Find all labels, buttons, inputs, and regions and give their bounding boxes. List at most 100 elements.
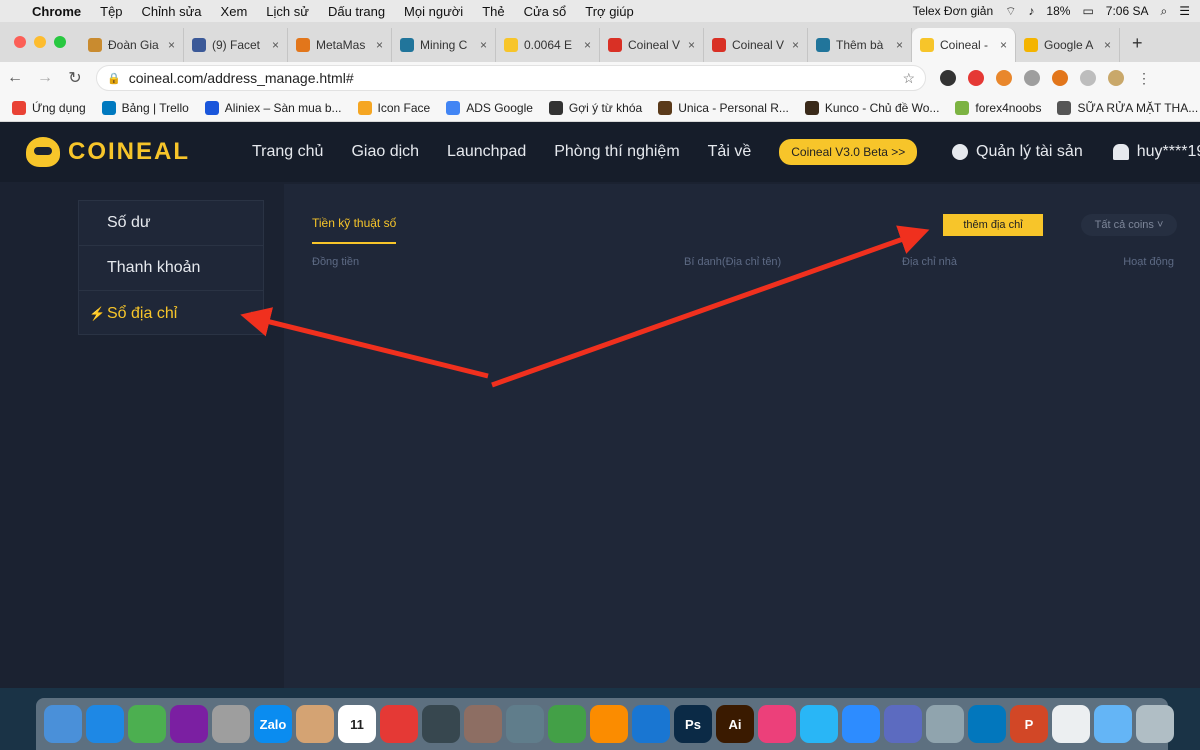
browser-tab[interactable]: (9) Facet × — [184, 28, 288, 62]
nav-download[interactable]: Tải về — [708, 143, 752, 161]
coin-filter-select[interactable]: Tất cả coins ˅ — [1081, 214, 1177, 236]
nav-trade[interactable]: Giao dịch — [351, 143, 419, 161]
dock-app-icon[interactable] — [212, 705, 250, 743]
spotlight-icon[interactable]: ⌕ — [1161, 4, 1168, 19]
bookmark-item[interactable]: ADS Google — [446, 100, 533, 115]
bookmark-star-icon[interactable]: ☆ — [902, 70, 915, 87]
metamask-icon[interactable] — [1052, 70, 1068, 86]
tab-close-icon[interactable]: × — [1104, 38, 1111, 52]
extension-icon[interactable] — [996, 70, 1012, 86]
volume-icon[interactable]: ♪ — [1028, 4, 1034, 18]
battery-icon[interactable]: ▭ — [1082, 4, 1093, 18]
new-tab-button[interactable]: + — [1120, 33, 1155, 62]
menu-item[interactable]: Dấu trang — [328, 4, 385, 19]
back-button[interactable]: ← — [0, 69, 30, 87]
bookmark-item[interactable]: Gợi ý từ khóa — [548, 100, 642, 115]
bookmark-item[interactable]: Icon Face — [357, 100, 430, 115]
input-method-label[interactable]: Telex Đơn giản — [913, 4, 994, 18]
tab-digital-currency[interactable]: Tiền kỹ thuật số — [312, 216, 397, 244]
bookmark-item[interactable]: SỮA RỬA MẶT THA... — [1057, 100, 1198, 115]
battery-percent[interactable]: 18% — [1046, 4, 1070, 18]
dock-app-icon[interactable] — [758, 705, 796, 743]
coineal-logo[interactable]: COINEAL — [26, 137, 226, 167]
dock-app-icon[interactable] — [800, 705, 838, 743]
dock-app-icon[interactable] — [1136, 705, 1174, 743]
notification-center-icon[interactable]: ☰ — [1179, 4, 1190, 18]
bookmark-item[interactable]: Ứng dụng — [12, 100, 86, 115]
dock-app-icon[interactable] — [170, 705, 208, 743]
tab-close-icon[interactable]: × — [168, 38, 175, 52]
menu-item[interactable]: Chỉnh sửa — [142, 4, 202, 19]
dock-app-icon[interactable]: P — [1010, 705, 1048, 743]
dock-app-icon[interactable] — [296, 705, 334, 743]
dock-app-icon[interactable] — [506, 705, 544, 743]
dock-app-icon[interactable] — [422, 705, 460, 743]
menu-app-name[interactable]: Chrome — [32, 4, 81, 19]
tab-close-icon[interactable]: × — [1000, 38, 1007, 52]
menu-item[interactable]: Thẻ — [482, 4, 504, 19]
profile-avatar[interactable] — [1108, 70, 1124, 86]
browser-tab[interactable]: Thêm bà × — [808, 28, 912, 62]
menu-item[interactable]: Cửa sổ — [524, 4, 567, 19]
dock-app-icon[interactable] — [548, 705, 586, 743]
dock-app-icon[interactable] — [632, 705, 670, 743]
browser-tab[interactable]: Đoàn Gia × — [80, 28, 184, 62]
sidebar-item-address-book[interactable]: ⚡ Sổ địa chỉ › — [79, 291, 263, 336]
url-text[interactable]: coineal.com/address_manage.html# — [129, 70, 354, 86]
chrome-menu-icon[interactable]: ⋮ — [1136, 70, 1152, 86]
browser-tab[interactable]: Coineal V × — [600, 28, 704, 62]
dock-app-icon[interactable] — [590, 705, 628, 743]
browser-tab[interactable]: Coineal - × — [912, 28, 1016, 62]
nav-home[interactable]: Trang chủ — [252, 143, 323, 161]
tab-close-icon[interactable]: × — [376, 38, 383, 52]
dock-app-icon[interactable]: Ai — [716, 705, 754, 743]
address-bar[interactable]: 🔒 coineal.com/address_manage.html# ☆ — [96, 65, 926, 91]
sidebar-item-balance[interactable]: Số dư — [79, 201, 263, 246]
sidebar-item-liquidity[interactable]: Thanh khoản — [79, 246, 263, 291]
beta-button[interactable]: Coineal V3.0 Beta >> — [779, 139, 918, 165]
globe-icon[interactable] — [1024, 70, 1040, 86]
add-address-button[interactable]: thêm địa chỉ — [943, 214, 1043, 236]
bookmark-item[interactable]: Kunco - Chủ đề Wo... — [804, 100, 939, 115]
nav-lab[interactable]: Phòng thí nghiệm — [554, 143, 679, 161]
bookmark-item[interactable]: Unica - Personal R... — [658, 100, 789, 115]
dock-app-icon[interactable] — [842, 705, 880, 743]
menu-item[interactable]: Xem — [221, 4, 248, 19]
menu-item[interactable]: Trợ giúp — [585, 4, 634, 19]
tab-close-icon[interactable]: × — [480, 38, 487, 52]
dock-app-icon[interactable] — [380, 705, 418, 743]
opera-icon[interactable] — [968, 70, 984, 86]
menu-item[interactable]: Lịch sử — [266, 4, 309, 19]
tab-close-icon[interactable]: × — [584, 38, 591, 52]
close-window-button[interactable] — [14, 36, 26, 48]
dock-app-icon[interactable] — [464, 705, 502, 743]
dock-app-icon[interactable] — [128, 705, 166, 743]
browser-tab[interactable]: 0.0064 E × — [496, 28, 600, 62]
dock-app-icon[interactable] — [884, 705, 922, 743]
reload-button[interactable]: ↻ — [60, 68, 90, 88]
bookmark-item[interactable]: Bảng | Trello — [101, 100, 189, 115]
forward-button[interactable]: → — [30, 69, 60, 87]
browser-tab[interactable]: MetaMas × — [288, 28, 392, 62]
nav-launchpad[interactable]: Launchpad — [447, 143, 526, 161]
tab-close-icon[interactable]: × — [896, 38, 903, 52]
bookmark-item[interactable]: forex4noobs — [955, 100, 1041, 115]
lock-icon[interactable]: 🔒 — [107, 72, 121, 85]
dock-app-icon[interactable] — [968, 705, 1006, 743]
dock-app-icon[interactable]: Zalo — [254, 705, 292, 743]
dock-app-icon[interactable] — [44, 705, 82, 743]
menu-item[interactable]: Mọi người — [404, 4, 463, 19]
extension-icon[interactable] — [1080, 70, 1096, 86]
tab-close-icon[interactable]: × — [688, 38, 695, 52]
wifi-icon[interactable]: ⌔ — [1005, 4, 1016, 19]
dock-app-icon[interactable] — [86, 705, 124, 743]
browser-tab[interactable]: Mining C × — [392, 28, 496, 62]
dock-app-icon[interactable] — [926, 705, 964, 743]
tab-close-icon[interactable]: × — [792, 38, 799, 52]
browser-tab[interactable]: Google A × — [1016, 28, 1120, 62]
menu-item[interactable]: Tệp — [100, 4, 122, 19]
dock-app-icon[interactable]: 11 — [338, 705, 376, 743]
zoom-window-button[interactable] — [54, 36, 66, 48]
browser-tab[interactable]: Coineal V × — [704, 28, 808, 62]
extension-icon[interactable] — [940, 70, 956, 86]
